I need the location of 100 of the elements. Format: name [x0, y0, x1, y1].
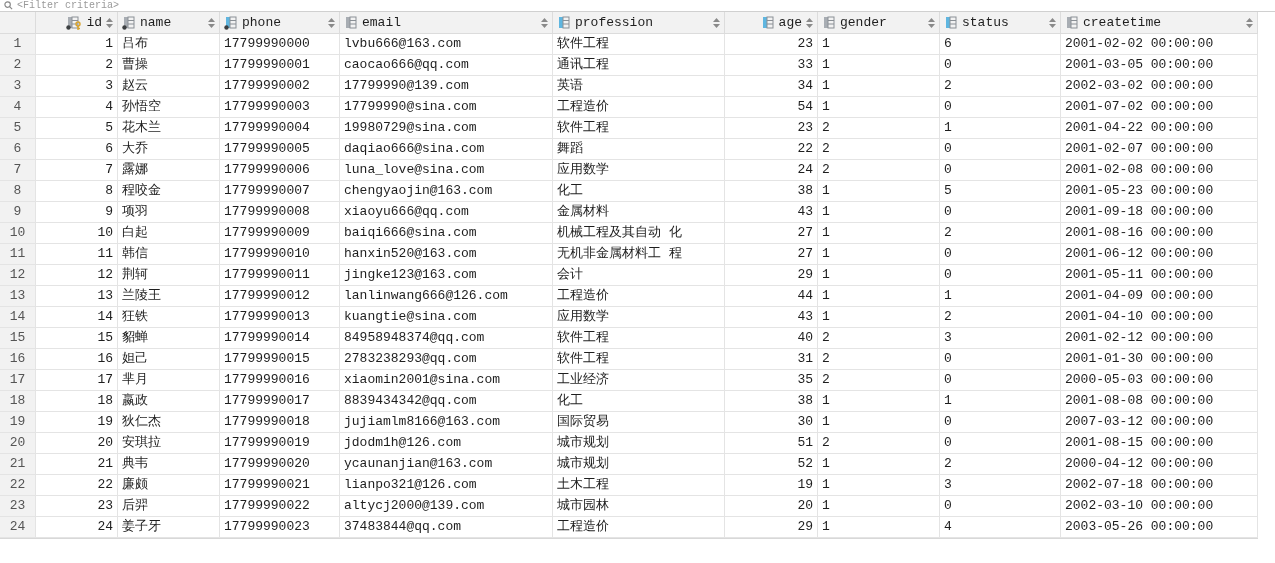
table-cell: 17799990023	[220, 517, 340, 538]
sort-icon[interactable]	[541, 17, 548, 28]
table-cell: 2	[818, 433, 940, 454]
table-cell: 2007-03-12 00:00:00	[1061, 412, 1258, 433]
table-cell: 0	[940, 202, 1061, 223]
table-cell: lvbu666@163.com	[340, 34, 553, 55]
table-cell: 兰陵王	[118, 286, 220, 307]
filter-field[interactable]: <Filter criteria>	[17, 0, 1271, 12]
table-cell: 0	[940, 139, 1061, 160]
table-cell: 大乔	[118, 139, 220, 160]
table-cell: 2	[940, 307, 1061, 328]
table-cell: 姜子牙	[118, 517, 220, 538]
table-cell: 2001-05-23 00:00:00	[1061, 181, 1258, 202]
table-cell: 24	[725, 160, 818, 181]
table-cell: 17799990004	[220, 118, 340, 139]
table-cell: 1	[818, 244, 940, 265]
table-cell: 10	[36, 223, 118, 244]
table-cell: 9	[36, 202, 118, 223]
column-header[interactable]: createtime	[1061, 12, 1258, 34]
table-cell: 5	[940, 181, 1061, 202]
sort-icon[interactable]	[713, 17, 720, 28]
table-cell: 17799990003	[220, 97, 340, 118]
table-cell: 2	[818, 160, 940, 181]
table-cell: 17799990002	[220, 76, 340, 97]
table-cell: 2	[818, 370, 940, 391]
row-number: 2	[0, 55, 36, 76]
table-cell: 2001-05-11 00:00:00	[1061, 265, 1258, 286]
sort-icon[interactable]	[1049, 17, 1056, 28]
row-number: 15	[0, 328, 36, 349]
table-cell: 典韦	[118, 454, 220, 475]
table-cell: 4	[36, 97, 118, 118]
table-cell: 17799990005	[220, 139, 340, 160]
table-cell: 23	[725, 118, 818, 139]
column-header[interactable]: gender	[818, 12, 940, 34]
sort-icon[interactable]	[106, 17, 113, 28]
column-header[interactable]: age	[725, 12, 818, 34]
table-cell: 17799990021	[220, 475, 340, 496]
table-cell: 吕布	[118, 34, 220, 55]
table-cell: 17799990017	[220, 391, 340, 412]
column-header[interactable]: email	[340, 12, 553, 34]
row-number: 19	[0, 412, 36, 433]
column-header[interactable]: phone	[220, 12, 340, 34]
row-number: 18	[0, 391, 36, 412]
table-cell: 17799990006	[220, 160, 340, 181]
column-header[interactable]: profession	[553, 12, 725, 34]
column-header[interactable]: name	[118, 12, 220, 34]
table-cell: 15	[36, 328, 118, 349]
table-cell: 软件工程	[553, 328, 725, 349]
table-cell: 城市园林	[553, 496, 725, 517]
row-number: 13	[0, 286, 36, 307]
table-cell: 2003-05-26 00:00:00	[1061, 517, 1258, 538]
table-cell: 24	[36, 517, 118, 538]
table-cell: 后羿	[118, 496, 220, 517]
table-cell: 51	[725, 433, 818, 454]
table-cell: 44	[725, 286, 818, 307]
row-number: 16	[0, 349, 36, 370]
table-cell: 2	[818, 139, 940, 160]
table-cell: 6	[36, 139, 118, 160]
column-header[interactable]: id	[36, 12, 118, 34]
table-cell: 1	[818, 496, 940, 517]
sort-icon[interactable]	[1246, 17, 1253, 28]
table-cell: 1	[36, 34, 118, 55]
sort-icon[interactable]	[928, 17, 935, 28]
table-cell: 19980729@sina.com	[340, 118, 553, 139]
table-cell: 貂蝉	[118, 328, 220, 349]
table-cell: 1	[818, 391, 940, 412]
table-cell: 舞蹈	[553, 139, 725, 160]
table-cell: 工程造价	[553, 97, 725, 118]
table-cell: 1	[818, 286, 940, 307]
table-cell: 无机非金属材料工 程	[553, 244, 725, 265]
table-cell: 38	[725, 181, 818, 202]
table-cell: 43	[725, 202, 818, 223]
table-cell: 2001-02-02 00:00:00	[1061, 34, 1258, 55]
row-number: 20	[0, 433, 36, 454]
table-cell: 34	[725, 76, 818, 97]
table-cell: 机械工程及其自动 化	[553, 223, 725, 244]
sort-icon[interactable]	[208, 17, 215, 28]
column-header[interactable]: status	[940, 12, 1061, 34]
table-cell: 3	[940, 475, 1061, 496]
table-cell: 工程造价	[553, 517, 725, 538]
table-cell: 妲己	[118, 349, 220, 370]
table-cell: 安琪拉	[118, 433, 220, 454]
sort-icon[interactable]	[328, 17, 335, 28]
table-cell: 化工	[553, 391, 725, 412]
table-cell: 16	[36, 349, 118, 370]
row-number: 9	[0, 202, 36, 223]
table-cell: 土木工程	[553, 475, 725, 496]
sort-icon[interactable]	[806, 17, 813, 28]
row-number: 21	[0, 454, 36, 475]
table-cell: 1	[818, 412, 940, 433]
table-cell: 2001-02-07 00:00:00	[1061, 139, 1258, 160]
table-cell: 1	[940, 286, 1061, 307]
table-cell: 2	[36, 55, 118, 76]
table-cell: 17799990013	[220, 307, 340, 328]
table-cell: 0	[940, 244, 1061, 265]
table-cell: 2783238293@qq.com	[340, 349, 553, 370]
table-cell: chengyaojin@163.com	[340, 181, 553, 202]
table-cell: 0	[940, 433, 1061, 454]
table-cell: 1	[818, 97, 940, 118]
table-cell: 37483844@qq.com	[340, 517, 553, 538]
